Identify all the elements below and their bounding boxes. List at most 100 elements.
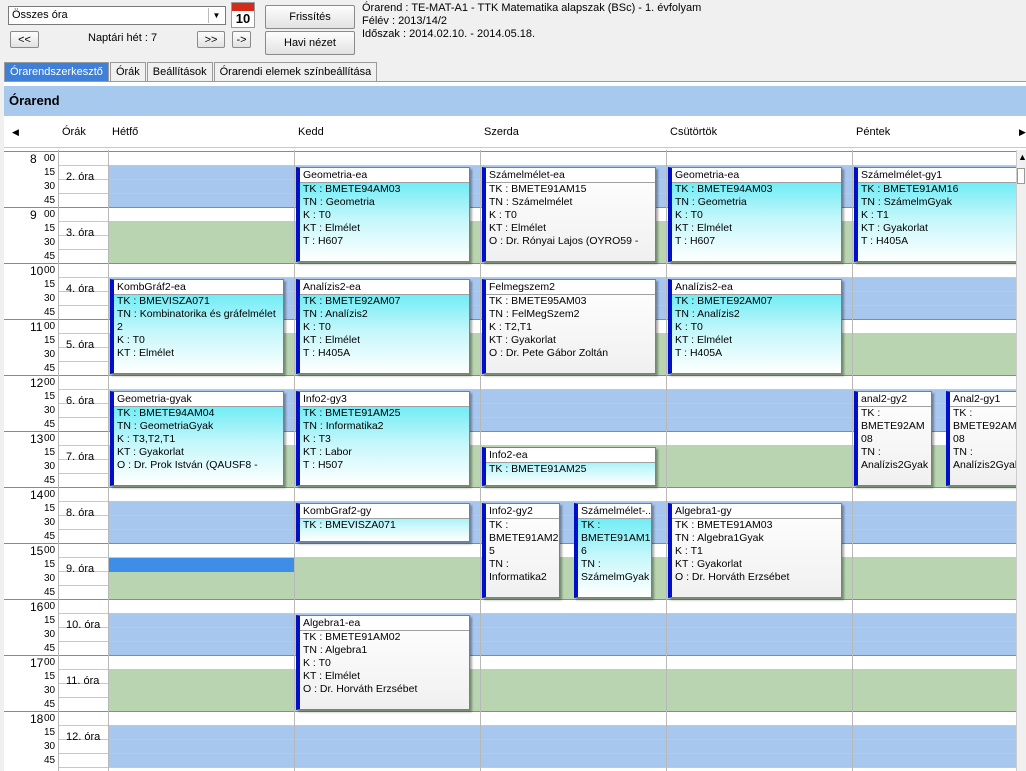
tab-bar: Órarendszerkesztő Órák Beállítások Órare… bbox=[4, 62, 378, 81]
filter-combobox[interactable]: Összes óra ▼ bbox=[8, 6, 226, 25]
minute-label: 00 bbox=[44, 265, 56, 276]
tab-lessons[interactable]: Órák bbox=[109, 62, 146, 81]
event-detail-line: K : T0 bbox=[675, 321, 703, 333]
timetable-info: Órarend : TE-MAT-A1 - TTK Matematika ala… bbox=[362, 2, 702, 14]
event-detail-line: 6 bbox=[581, 545, 587, 557]
event-detail-line: TN : bbox=[489, 558, 509, 570]
scroll-left-icon[interactable]: ◀ bbox=[12, 127, 19, 138]
event-detail-line: TN : Analízis2 bbox=[303, 308, 368, 320]
event-detail-line: TK : BMETE92AM07 bbox=[303, 295, 401, 307]
event-detail-line: KT : Elmélet bbox=[489, 222, 546, 234]
time-slot-lane[interactable] bbox=[108, 516, 1016, 530]
event-title: Info2-gy3 bbox=[300, 392, 469, 407]
event-title: Számelmélet-... bbox=[578, 504, 651, 519]
minute-label: 30 bbox=[44, 741, 56, 752]
calendar-icon[interactable]: 10 bbox=[231, 2, 255, 28]
minute-label: 00 bbox=[44, 209, 56, 220]
time-slot-lane[interactable] bbox=[108, 264, 1016, 278]
time-slot-lane[interactable] bbox=[108, 642, 1016, 656]
tab-settings[interactable]: Beállítások bbox=[146, 62, 213, 81]
time-slot-lane[interactable] bbox=[108, 530, 1016, 544]
tab-timetable-editor[interactable]: Órarendszerkesztő bbox=[4, 62, 109, 81]
timetable-event[interactable]: Analízis2-ea TK : BMETE92AM07 TN : Analízi… bbox=[668, 279, 842, 374]
time-slot-lane[interactable] bbox=[108, 488, 1016, 502]
filter-combobox-value: Összes óra bbox=[12, 9, 68, 21]
minute-label: 00 bbox=[44, 321, 56, 332]
minute-label: 00 bbox=[44, 377, 56, 388]
timetable-event[interactable]: Számelmélet-... TK : BMETE91AM1 6 TN : Számel… bbox=[574, 503, 652, 598]
timetable-event[interactable]: Anal2-gy1 TK : BMETE92AM 08 TN : Analízis2Gya… bbox=[946, 391, 1016, 486]
time-slot-lane[interactable] bbox=[108, 698, 1016, 712]
timetable-event[interactable]: Számelmélet-ea TK : BMETE91AM15 TN : Száme… bbox=[482, 167, 656, 262]
time-slot-lane[interactable] bbox=[108, 754, 1016, 768]
timetable-event[interactable]: KombGráf2-ea TK : BMEVISZA071 TN : Kombina… bbox=[110, 279, 284, 374]
event-title: Info2-ea bbox=[486, 448, 655, 463]
event-detail-line: TK : BMETE91AM03 bbox=[675, 519, 773, 531]
timetable-grid[interactable]: 00 15 30 45 8 2. óra 00 15 30 45 9 3. óra 00 15 30 45 10… bbox=[4, 150, 1016, 771]
event-detail-line: K : T0 bbox=[303, 209, 331, 221]
scroll-right-icon[interactable]: ▶ bbox=[1019, 127, 1026, 138]
timetable-event[interactable]: Algebra1-gy TK : BMETE91AM03 TN : Algebra1… bbox=[668, 503, 842, 598]
column-divider bbox=[666, 150, 667, 771]
column-header-thursday[interactable]: Csütörtök bbox=[670, 126, 717, 138]
time-slot-lane[interactable] bbox=[108, 614, 1016, 628]
next-week-button[interactable]: >> bbox=[197, 31, 225, 48]
event-detail-line: TK : BMETE91AM25 bbox=[303, 407, 401, 419]
event-detail-line: K : T1 bbox=[861, 209, 889, 221]
event-detail-line: KT : Elmélet bbox=[303, 670, 360, 682]
time-slot-lane[interactable] bbox=[108, 726, 1016, 740]
prev-week-button[interactable]: << bbox=[10, 31, 39, 48]
time-slot-lane[interactable] bbox=[108, 572, 1016, 586]
time-slot-lane[interactable] bbox=[108, 152, 1016, 166]
time-slot-lane[interactable] bbox=[108, 628, 1016, 642]
timetable-event[interactable]: Számelmélet-gy1 TK : BMETE91AM16 TN : Szám… bbox=[854, 167, 1016, 262]
timetable-event[interactable]: Analízis2-ea TK : BMETE92AM07 TN : Analízi… bbox=[296, 279, 470, 374]
time-slot-lane[interactable] bbox=[108, 712, 1016, 726]
time-slot-lane[interactable] bbox=[108, 586, 1016, 600]
timetable-event[interactable]: Algebra1-ea TK : BMETE91AM02 TN : Algebra1… bbox=[296, 615, 470, 710]
event-detail-line: KT : Elmélet bbox=[303, 334, 360, 346]
event-detail-line: K : T1 bbox=[675, 545, 703, 557]
event-detail-line: TK : BMETE91AM16 bbox=[861, 183, 959, 195]
event-detail-line: O : Dr. Horváth Erzsébet bbox=[675, 571, 790, 583]
time-slot-lane[interactable] bbox=[108, 670, 1016, 684]
selected-slot[interactable] bbox=[109, 558, 294, 572]
time-slot-lane[interactable] bbox=[108, 376, 1016, 390]
timetable-event[interactable]: anal2-gy2 TK : BMETE92AM 08 TN : Analízis2Gya… bbox=[854, 391, 932, 486]
event-detail-line: TN : GeometriaGyak bbox=[117, 420, 214, 432]
time-slot-lane[interactable] bbox=[108, 600, 1016, 614]
event-title: Analízis2-ea bbox=[672, 280, 841, 295]
refresh-button[interactable]: Frissítés bbox=[265, 5, 355, 29]
timetable-event[interactable]: Geometria-ea TK : BMETE94AM03 TN : Geometr… bbox=[668, 167, 842, 262]
chevron-down-icon[interactable]: ▼ bbox=[208, 8, 224, 23]
period-label: 6. óra bbox=[66, 395, 95, 407]
timetable-event[interactable]: Geometria-gyak TK : BMETE94AM04 TN : Geome… bbox=[110, 391, 284, 486]
column-header-wednesday[interactable]: Szerda bbox=[484, 126, 519, 138]
column-header-friday[interactable]: Péntek bbox=[856, 126, 890, 138]
column-header-tuesday[interactable]: Kedd bbox=[298, 126, 324, 138]
minute-label: 45 bbox=[44, 587, 56, 598]
timetable-event[interactable]: Geometria-ea TK : BMETE94AM03 TN : Geometr… bbox=[296, 167, 470, 262]
column-header-monday[interactable]: Hétfő bbox=[112, 126, 138, 138]
time-slot-lane[interactable] bbox=[108, 502, 1016, 516]
scroll-up-icon[interactable]: ▲ bbox=[1018, 152, 1026, 162]
time-slot-lane[interactable] bbox=[108, 740, 1016, 754]
event-title: Számelmélet-ea bbox=[486, 168, 655, 183]
hour-separator bbox=[4, 711, 1016, 712]
monthly-view-button[interactable]: Havi nézet bbox=[265, 31, 355, 55]
jump-forward-button[interactable]: -> bbox=[232, 31, 251, 48]
timetable-event[interactable]: KombGraf2-gy TK : BMEVISZA071 bbox=[296, 503, 470, 542]
vertical-scrollbar[interactable] bbox=[1016, 150, 1026, 771]
timetable-event[interactable]: Info2-gy2 TK : BMETE91AM2 5 TN : Informatika2 bbox=[482, 503, 560, 598]
event-detail-line: K : T0 bbox=[303, 657, 331, 669]
hour-label: 12 bbox=[30, 376, 44, 390]
time-slot-lane[interactable] bbox=[108, 684, 1016, 698]
timetable-event[interactable]: Info2-gy3 TK : BMETE91AM25 TN : Informatik… bbox=[296, 391, 470, 486]
time-slot-lane[interactable] bbox=[108, 656, 1016, 670]
tab-color-settings[interactable]: Órarendi elemek színbeállítása bbox=[213, 62, 378, 81]
event-detail-line: 08 bbox=[953, 433, 965, 445]
vertical-scrollbar-thumb[interactable] bbox=[1017, 168, 1025, 184]
timetable-event[interactable]: Info2-ea TK : BMETE91AM25 bbox=[482, 447, 656, 486]
timetable-event[interactable]: Felmegszem2 TK : BMETE95AM03 TN : FelMegSz… bbox=[482, 279, 656, 374]
time-slot-lane[interactable] bbox=[108, 544, 1016, 558]
